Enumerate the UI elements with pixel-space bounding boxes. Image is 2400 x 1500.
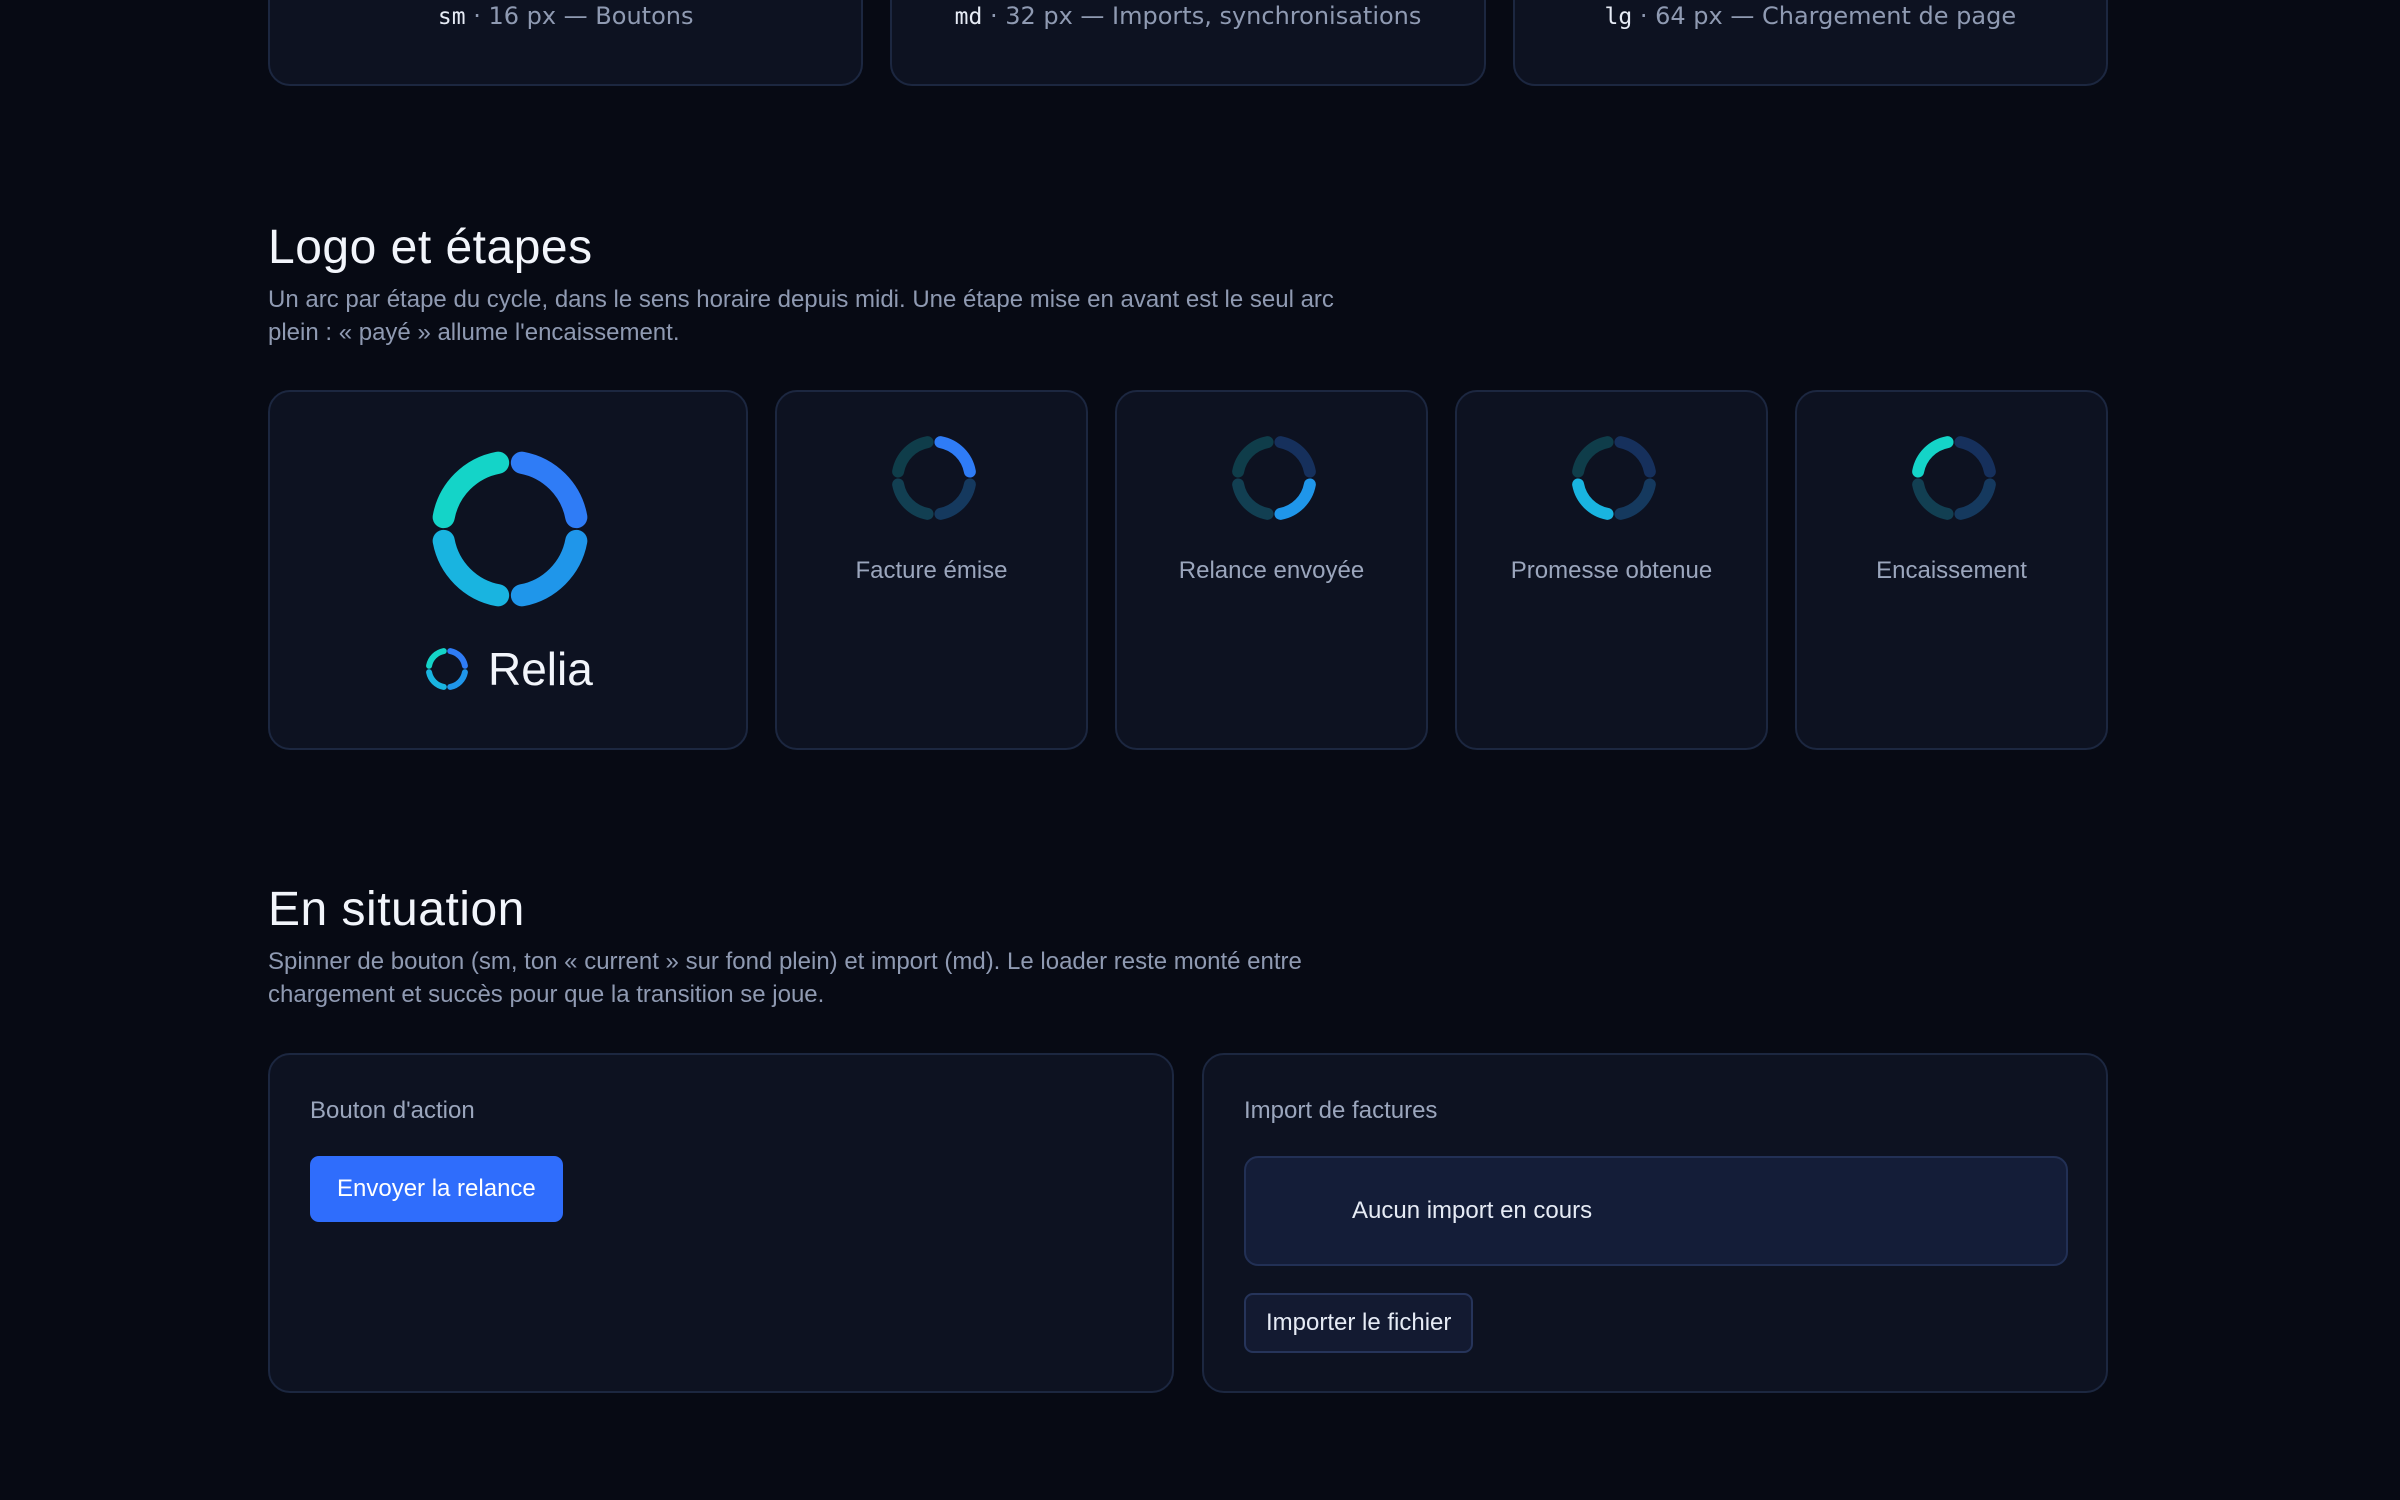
import-status-text: Aucun import en cours bbox=[1352, 1197, 1593, 1224]
stage-relance-icon bbox=[1232, 436, 1316, 520]
size-cards: sm · 16 px — Boutons md · 32 px — Import… bbox=[268, 0, 2108, 86]
section-description: Un arc par étape du cycle, dans le sens … bbox=[268, 286, 1334, 346]
size-code: sm bbox=[437, 4, 466, 30]
section-title: Logo et étapes bbox=[268, 221, 593, 274]
size-code: lg bbox=[1604, 4, 1633, 30]
stage-card-relance: Relance envoyée bbox=[1115, 390, 1428, 750]
stage-card-encaissement: Encaissement bbox=[1795, 390, 2108, 750]
situation-section-header: En situation Spinner de bouton (sm, ton … bbox=[268, 882, 1378, 1011]
size-caption: · 16 px — Boutons bbox=[473, 2, 694, 30]
section-description: Spinner de bouton (sm, ton « current » s… bbox=[268, 948, 1302, 1008]
size-caption: · 64 px — Chargement de page bbox=[1639, 2, 2017, 30]
panel-title: Import de factures bbox=[1244, 1097, 1438, 1124]
import-panel: Import de factures Aucun import en cours… bbox=[1202, 1053, 2108, 1393]
size-code: md bbox=[954, 4, 983, 30]
import-status-box: Aucun import en cours bbox=[1244, 1156, 2068, 1266]
brand-lockup: Relia bbox=[424, 642, 593, 696]
stage-label: Facture émise bbox=[855, 557, 1008, 584]
import-file-button[interactable]: Importer le fichier bbox=[1244, 1293, 1474, 1353]
size-caption: · 32 px — Imports, synchronisations bbox=[989, 2, 1422, 30]
size-card-md: md · 32 px — Imports, synchronisations bbox=[890, 0, 1486, 86]
action-panel: Bouton d'action Envoyer la relance bbox=[268, 1053, 1174, 1393]
stage-label: Encaissement bbox=[1876, 557, 2027, 584]
brand-name: Relia bbox=[488, 643, 593, 695]
panel-title: Bouton d'action bbox=[310, 1097, 475, 1124]
stage-promesse-icon bbox=[1572, 436, 1656, 520]
stage-encaissement-icon bbox=[1912, 436, 1996, 520]
logo-small-icon bbox=[426, 648, 468, 690]
logo-section-header: Logo et étapes Un arc par étape du cycle… bbox=[268, 220, 1378, 349]
stage-card-facture: Facture émise bbox=[775, 390, 1088, 750]
size-card-sm: sm · 16 px — Boutons bbox=[268, 0, 864, 86]
send-reminder-button[interactable]: Envoyer la relance bbox=[310, 1156, 563, 1222]
stage-label: Relance envoyée bbox=[1178, 557, 1365, 584]
section-title: En situation bbox=[268, 883, 525, 936]
size-card-lg: lg · 64 px — Chargement de page bbox=[1512, 0, 2108, 86]
stage-facture-icon bbox=[892, 436, 976, 520]
logo-mark-icon bbox=[432, 451, 588, 607]
stage-label: Promesse obtenue bbox=[1510, 557, 1713, 584]
logo-card: Relia bbox=[268, 390, 748, 750]
stage-card-promesse: Promesse obtenue bbox=[1455, 390, 1768, 750]
